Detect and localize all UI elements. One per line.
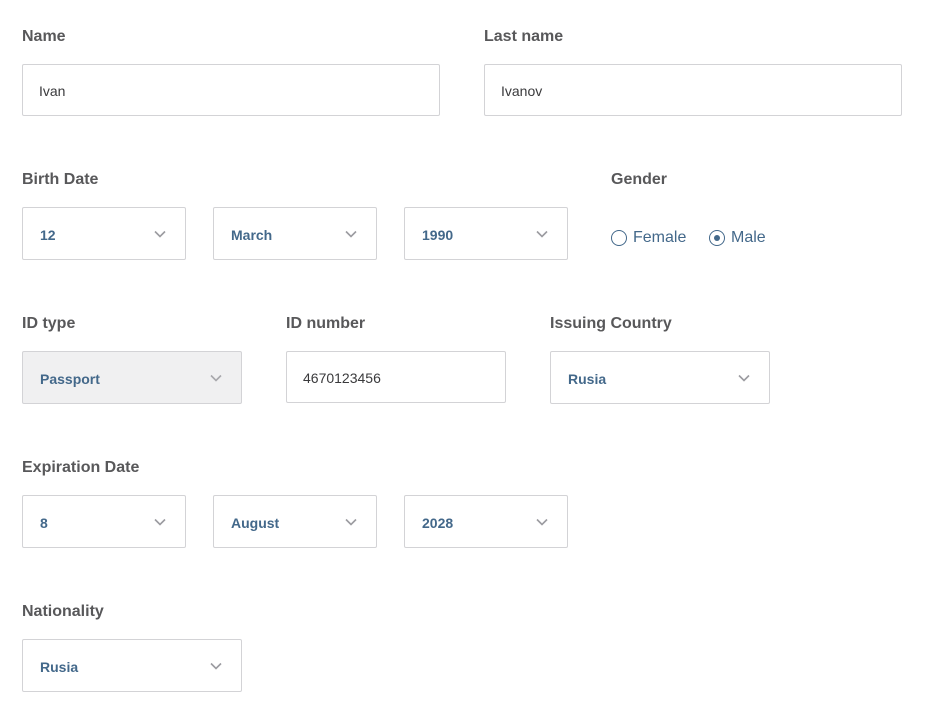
expiration-date-label: Expiration Date (22, 459, 140, 476)
expiration-day-select[interactable]: 8 (22, 495, 186, 548)
birth-day-value: 12 (40, 227, 56, 243)
chevron-down-icon (210, 662, 222, 670)
last-name-value: Ivanov (501, 83, 543, 99)
gender-option-male-label: Male (731, 229, 766, 246)
expiration-month-select[interactable]: August (213, 495, 377, 548)
birth-month-value: March (231, 227, 273, 243)
gender-label: Gender (611, 171, 668, 188)
birth-day-select[interactable]: 12 (22, 207, 186, 260)
expiration-year-value: 2028 (422, 515, 454, 531)
issuing-country-label: Issuing Country (550, 315, 672, 332)
gender-option-female[interactable]: Female (611, 227, 701, 251)
name-label: Name (22, 28, 66, 45)
last-name-label: Last name (484, 28, 564, 45)
name-value: Ivan (39, 83, 66, 99)
nationality-label: Nationality (22, 603, 104, 620)
nationality-select[interactable]: Rusia (22, 639, 242, 692)
chevron-down-icon (154, 230, 166, 238)
expiration-month-value: August (231, 515, 280, 531)
chevron-down-icon (536, 230, 548, 238)
nationality-value: Rusia (40, 659, 79, 675)
birth-year-value: 1990 (422, 227, 454, 243)
gender-option-male[interactable]: Male (709, 227, 779, 251)
id-type-label: ID type (22, 315, 76, 332)
id-type-select[interactable]: Passport (22, 351, 242, 404)
id-number-value: 4670123456 (303, 370, 381, 386)
id-type-value: Passport (40, 371, 100, 387)
last-name-field[interactable]: Ivanov (484, 64, 902, 116)
gender-option-female-label: Female (633, 229, 687, 246)
issuing-country-select[interactable]: Rusia (550, 351, 770, 404)
chevron-down-icon (738, 374, 750, 382)
radio-unchecked-icon (611, 230, 627, 246)
expiration-day-value: 8 (40, 515, 48, 531)
birth-year-select[interactable]: 1990 (404, 207, 568, 260)
chevron-down-icon (210, 374, 222, 382)
birth-month-select[interactable]: March (213, 207, 377, 260)
expiration-year-select[interactable]: 2028 (404, 495, 568, 548)
issuing-country-value: Rusia (568, 371, 607, 387)
personal-info-form: Name Ivan Last name Ivanov Birth Date 12… (0, 0, 925, 715)
birth-date-label: Birth Date (22, 171, 99, 188)
name-field[interactable]: Ivan (22, 64, 440, 116)
chevron-down-icon (154, 518, 166, 526)
id-number-field[interactable]: 4670123456 (286, 351, 506, 403)
chevron-down-icon (536, 518, 548, 526)
gender-radio-group: Female Male (611, 227, 811, 251)
id-number-label: ID number (286, 315, 366, 332)
radio-checked-icon (709, 230, 725, 246)
chevron-down-icon (345, 230, 357, 238)
chevron-down-icon (345, 518, 357, 526)
